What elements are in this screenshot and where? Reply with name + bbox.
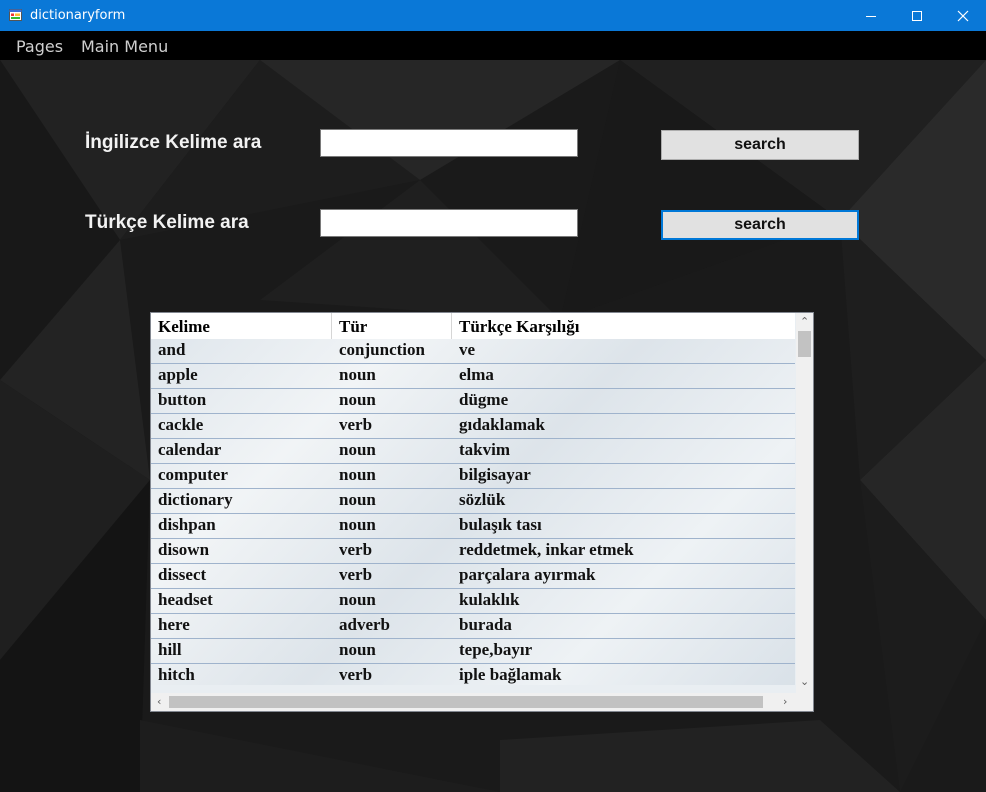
cell-kelime: here	[158, 615, 190, 634]
menu-item-main-menu[interactable]: Main Menu	[81, 37, 168, 56]
minimize-icon	[866, 15, 876, 17]
cell-tur: noun	[339, 465, 376, 484]
cell-turkce: burada	[459, 615, 512, 634]
maximize-button[interactable]	[894, 0, 940, 31]
cell-turkce: takvim	[459, 440, 510, 459]
cell-kelime: dishpan	[158, 515, 216, 534]
cell-kelime: computer	[158, 465, 228, 484]
turkish-search-label: Türkçe Kelime ara	[85, 212, 249, 233]
table-row[interactable]: hitch verb iple bağlamak	[151, 664, 795, 685]
table-row[interactable]: dishpan noun bulaşık tası	[151, 514, 795, 539]
english-search-label: İngilizce Kelime ara	[85, 132, 262, 153]
cell-tur: verb	[339, 665, 373, 684]
title-bar: dictionaryform	[0, 0, 986, 31]
cell-turkce: elma	[459, 365, 494, 384]
cell-turkce: ve	[459, 340, 476, 359]
scroll-up-icon[interactable]: ⌃	[800, 315, 809, 328]
cell-turkce: kulaklık	[459, 590, 520, 609]
cell-kelime: disown	[158, 540, 210, 559]
cell-tur: noun	[339, 390, 376, 409]
cell-kelime: cackle	[158, 415, 204, 434]
cell-turkce: parçalara ayırmak	[459, 565, 596, 584]
column-header-kelime[interactable]: Kelime	[151, 313, 332, 339]
maximize-icon	[912, 10, 922, 21]
english-search-input[interactable]	[320, 129, 578, 157]
horizontal-scrollbar[interactable]: ‹ ›	[151, 693, 813, 711]
cell-turkce: bulaşık tası	[459, 515, 542, 534]
cell-tur: verb	[339, 540, 373, 559]
cell-turkce: tepe,bayır	[459, 640, 533, 659]
table-row[interactable]: computer noun bilgisayar	[151, 464, 795, 489]
table-row[interactable]: disown verb reddetmek, inkar etmek	[151, 539, 795, 564]
table-row[interactable]: cackle verb gıdaklamak	[151, 414, 795, 439]
close-button[interactable]	[940, 0, 986, 31]
table-row[interactable]: dictionary noun sözlük	[151, 489, 795, 514]
cell-turkce: iple bağlamak	[459, 665, 562, 684]
app-form-icon	[9, 9, 22, 21]
cell-tur: noun	[339, 590, 376, 609]
cell-kelime: headset	[158, 590, 213, 609]
cell-kelime: hitch	[158, 665, 195, 684]
table-row[interactable]: here adverb burada	[151, 614, 795, 639]
cell-kelime: dictionary	[158, 490, 233, 509]
cell-kelime: button	[158, 390, 207, 409]
cell-tur: noun	[339, 640, 376, 659]
table-row[interactable]: calendar noun takvim	[151, 439, 795, 464]
dictionary-grid[interactable]: Kelime Tür Türkçe Karşılığı and conjuncti…	[150, 312, 814, 712]
cell-tur: verb	[339, 415, 373, 434]
vertical-scrollbar[interactable]: ⌃ ⌄	[796, 313, 813, 693]
table-row[interactable]: hill noun tepe,bayır	[151, 639, 795, 664]
scroll-down-icon[interactable]: ⌄	[800, 675, 809, 688]
table-row[interactable]: apple noun elma	[151, 364, 795, 389]
cell-kelime: calendar	[158, 440, 222, 459]
scroll-right-icon[interactable]: ›	[783, 695, 787, 708]
scroll-left-icon[interactable]: ‹	[157, 695, 161, 708]
column-header-tur[interactable]: Tür	[332, 313, 452, 339]
menu-item-pages[interactable]: Pages	[16, 37, 63, 56]
close-icon	[957, 10, 969, 21]
table-row[interactable]: dissect verb parçalara ayırmak	[151, 564, 795, 589]
cell-turkce: bilgisayar	[459, 465, 531, 484]
grid-body: and conjunction ve apple noun elma button noun d…	[151, 339, 795, 685]
cell-turkce: dügme	[459, 390, 509, 409]
turkish-search-button[interactable]: search	[661, 210, 859, 240]
main-content: İngilizce Kelime ara search Türkçe Kelim…	[0, 60, 986, 792]
table-row[interactable]: headset noun kulaklık	[151, 589, 795, 614]
cell-tur: verb	[339, 565, 373, 584]
cell-tur: noun	[339, 440, 376, 459]
cell-tur: noun	[339, 515, 376, 534]
window-title: dictionaryform	[30, 8, 126, 23]
horizontal-scroll-thumb[interactable]	[169, 696, 763, 708]
cell-turkce: sözlük	[459, 490, 506, 509]
table-row[interactable]: and conjunction ve	[151, 339, 795, 364]
turkish-search-input[interactable]	[320, 209, 578, 237]
cell-kelime: hill	[158, 640, 182, 659]
cell-tur: conjunction	[339, 340, 425, 359]
cell-kelime: dissect	[158, 565, 207, 584]
grid-header: Kelime Tür Türkçe Karşılığı	[151, 313, 795, 339]
cell-tur: noun	[339, 490, 376, 509]
english-search-button[interactable]: search	[661, 130, 859, 160]
menu-bar: Pages Main Menu	[0, 31, 986, 60]
cell-kelime: and	[158, 340, 186, 359]
cell-tur: adverb	[339, 615, 390, 634]
table-row[interactable]: button noun dügme	[151, 389, 795, 414]
cell-tur: noun	[339, 365, 376, 384]
cell-turkce: reddetmek, inkar etmek	[459, 540, 634, 559]
vertical-scroll-thumb[interactable]	[798, 331, 811, 357]
cell-turkce: gıdaklamak	[459, 415, 545, 434]
minimize-button[interactable]	[848, 0, 894, 31]
cell-kelime: apple	[158, 365, 198, 384]
column-header-turkce[interactable]: Türkçe Karşılığı	[452, 313, 795, 339]
